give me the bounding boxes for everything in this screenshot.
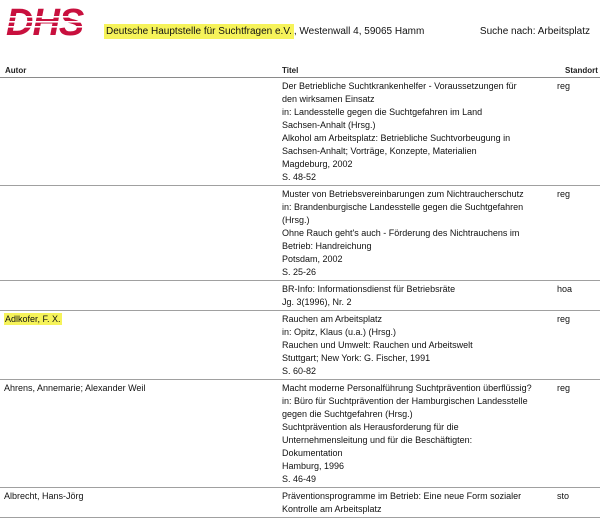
page-header: DHS Deutsche Hauptstelle für Suchtfragen… — [0, 0, 600, 62]
title-line: Jg. 3(1996), Nr. 2 — [282, 297, 352, 307]
search-label: Suche nach: — [479, 26, 536, 37]
title-line: Ohne Rauch geht's auch - Förderung des N… — [282, 228, 520, 238]
title-line: S. 60-82 — [282, 366, 317, 376]
title-line: Rauchen und Umwelt: Rauchen und Arbeitsw… — [282, 340, 473, 350]
column-header-author: Autor — [5, 66, 27, 75]
title-line: (Hrsg.) — [282, 215, 310, 225]
title-line: gegen die Suchtgefahren (Hrsg.) — [282, 409, 413, 419]
title-line: S. 46-49 — [282, 474, 317, 484]
standort-cell: reg — [557, 189, 571, 199]
organization-name: Deutsche Hauptstelle für Suchtfragen e.V… — [104, 24, 294, 39]
title-line: Stuttgart; New York: G. Fischer, 1991 — [282, 353, 431, 363]
title-line: S. 48-52 — [282, 172, 317, 182]
author-cell: Albrecht, Hans-Jörg — [4, 490, 274, 503]
table-row: Albrecht, Hans-Jörg Präventionsprogramme … — [0, 488, 600, 518]
search-criteria: Suche nach: Arbeitsplatz — [480, 25, 590, 38]
standort-cell: hoa — [557, 284, 573, 294]
title-line: Potsdam, 2002 — [282, 254, 343, 264]
title-line: Alkohol am Arbeitsplatz: Betriebliche Su… — [282, 133, 511, 143]
title-cell: Der Betriebliche Suchtkrankenhelfer - Vo… — [282, 80, 554, 184]
title-line: Magdeburg, 2002 — [282, 159, 353, 169]
standort-cell: sto — [557, 491, 570, 501]
table-row: Ahrens, Annemarie; Alexander Weil Macht m… — [0, 380, 600, 488]
search-value: Arbeitsplatz — [537, 26, 590, 37]
title-cell: BR-Info: Informationsdienst für Betriebs… — [282, 283, 554, 309]
table-row: BR-Info: Informationsdienst für Betriebs… — [0, 281, 600, 311]
title-line: Dokumentation — [282, 448, 343, 458]
column-header-row: Autor Titel Standort — [0, 66, 600, 78]
results-table: Der Betriebliche Suchtkrankenhelfer - Vo… — [0, 78, 600, 518]
standort-cell: reg — [557, 81, 571, 91]
title-line: Macht moderne Personalführung Suchtpräve… — [282, 383, 532, 393]
title-line: Kontrolle am Arbeitsplatz — [282, 504, 382, 514]
title-line: Präventionsprogramme im Betrieb: Eine ne… — [282, 491, 522, 501]
title-cell: Macht moderne Personalführung Suchtpräve… — [282, 382, 554, 486]
column-header-title: Titel — [282, 66, 299, 75]
title-line: Unternehmensleitung und für die Beschäft… — [282, 435, 473, 445]
title-line: den wirksamen Einsatz — [282, 94, 375, 104]
author-name: Adlkofer, F. X. — [4, 313, 62, 325]
standort-cell: reg — [557, 314, 571, 324]
author-cell: Ahrens, Annemarie; Alexander Weil — [4, 382, 274, 395]
title-cell: Präventionsprogramme im Betrieb: Eine ne… — [282, 490, 554, 516]
title-line: in: Brandenburgische Landesstelle gegen … — [282, 202, 524, 212]
title-line: Sachsen-Anhalt; Vorträge, Konzepte, Mate… — [282, 146, 477, 156]
author-cell: Adlkofer, F. X. — [4, 313, 274, 326]
table-row: Der Betriebliche Suchtkrankenhelfer - Vo… — [0, 78, 600, 186]
title-line: in: Landesstelle gegen die Suchtgefahren… — [282, 107, 483, 117]
title-line: in: Opitz, Klaus (u.a.) (Hrsg.) — [282, 327, 397, 337]
title-line: Sachsen-Anhalt (Hrsg.) — [282, 120, 376, 130]
table-row: Adlkofer, F. X. Rauchen am Arbeitsplatz in… — [0, 311, 600, 380]
title-line: in: Büro für Suchtprävention der Hamburg… — [282, 396, 528, 406]
author-name: Ahrens, Annemarie; Alexander Weil — [4, 383, 146, 393]
title-cell: Rauchen am Arbeitsplatz in: Opitz, Klaus … — [282, 313, 554, 378]
title-line: Suchtprävention als Herausforderung für … — [282, 422, 459, 432]
dhs-logo: DHS — [6, 4, 102, 38]
organization-address: , Westenwall 4, 59065 Hamm — [293, 26, 425, 37]
standort-cell: reg — [557, 383, 571, 393]
title-line: S. 25-26 — [282, 267, 317, 277]
title-line: Muster von Betriebsvereinbarungen zum Ni… — [282, 189, 524, 199]
title-line: Rauchen am Arbeitsplatz — [282, 314, 383, 324]
organization-line: Deutsche Hauptstelle für Suchtfragen e.V… — [104, 24, 425, 39]
column-header-standort: Standort — [565, 66, 598, 75]
title-line: Hamburg, 1996 — [282, 461, 345, 471]
title-line: Der Betriebliche Suchtkrankenhelfer - Vo… — [282, 81, 517, 91]
title-cell: Muster von Betriebsvereinbarungen zum Ni… — [282, 188, 554, 279]
title-line: BR-Info: Informationsdienst für Betriebs… — [282, 284, 456, 294]
title-line: Betrieb: Handreichung — [282, 241, 372, 251]
table-row: Muster von Betriebsvereinbarungen zum Ni… — [0, 186, 600, 281]
